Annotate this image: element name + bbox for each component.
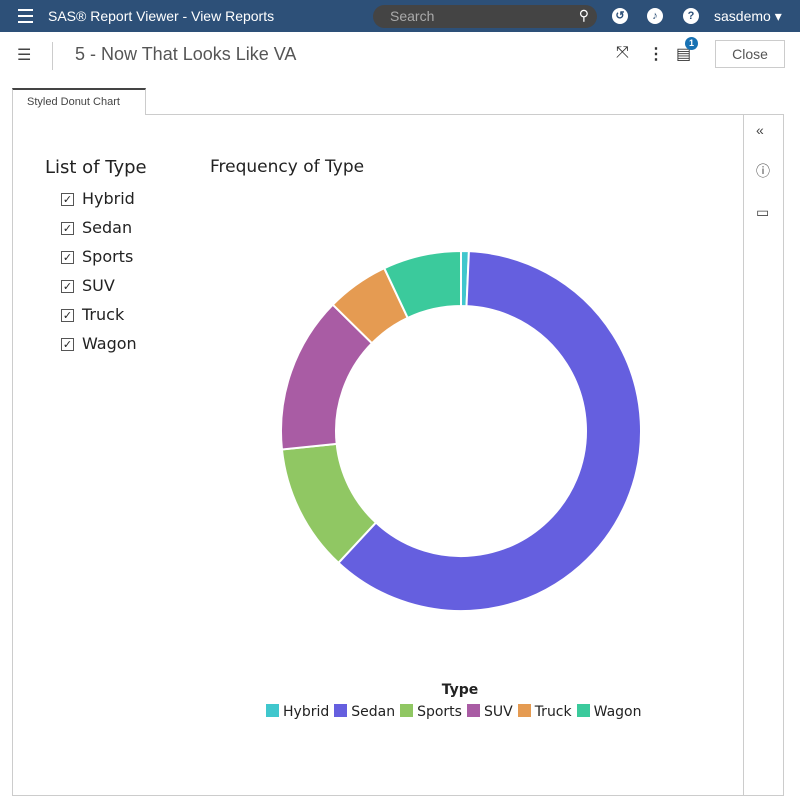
legend-item[interactable]: Hybrid bbox=[266, 704, 329, 720]
legend-label: SUV bbox=[483, 704, 513, 720]
legend-item[interactable]: Truck bbox=[517, 704, 572, 720]
legend-swatch bbox=[334, 704, 348, 717]
legend-label: Sports bbox=[417, 704, 462, 720]
legend-label: Hybrid bbox=[283, 704, 330, 720]
legend-swatch bbox=[400, 704, 414, 717]
legend-swatch bbox=[517, 704, 531, 717]
donut-chart bbox=[280, 249, 642, 612]
legend-label: Wagon bbox=[593, 704, 642, 720]
legend-item[interactable]: Sports bbox=[400, 704, 462, 720]
legend-swatch bbox=[466, 704, 480, 717]
legend-item[interactable]: SUV bbox=[466, 704, 513, 720]
legend-item[interactable]: Wagon bbox=[576, 704, 642, 720]
legend: Hybrid Sedan Sports SUV Truck Wagon bbox=[266, 704, 641, 720]
legend-item[interactable]: Sedan bbox=[334, 704, 395, 720]
tab-styled-donut-chart[interactable]: Styled Donut Chart bbox=[12, 88, 146, 115]
legend-swatch bbox=[576, 704, 590, 717]
legend-swatch bbox=[266, 704, 279, 717]
legend-label: Truck bbox=[534, 704, 572, 720]
legend-label: Sedan bbox=[351, 704, 396, 720]
legend-title: Type bbox=[441, 682, 479, 698]
